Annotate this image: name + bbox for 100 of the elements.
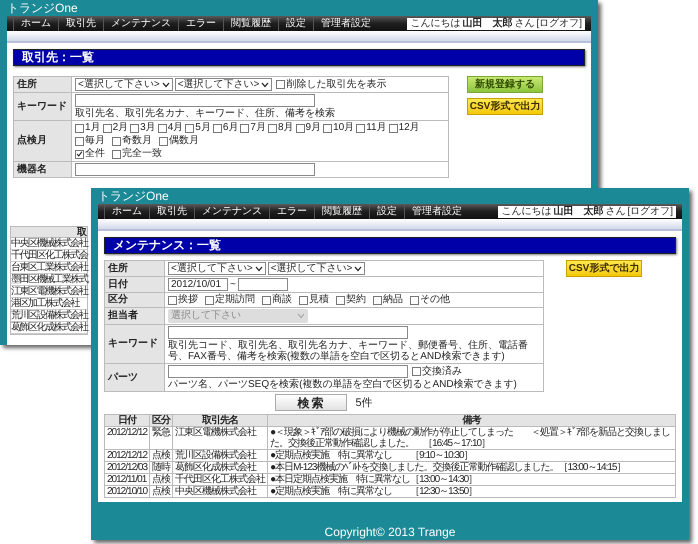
list-cell: 墨田区機械工業株式 <box>11 274 87 286</box>
chevron-icon <box>162 82 170 88</box>
list-cell: 台東区工業株式会社 <box>11 262 87 274</box>
checkbox[interactable] <box>262 296 271 304</box>
field-label: 区分 <box>105 293 165 307</box>
checkbox[interactable] <box>240 124 250 132</box>
action-button[interactable]: CSV形式で出力 <box>566 260 642 277</box>
checkbox[interactable] <box>212 124 222 132</box>
table-cell: 2012/12/12 <box>104 450 150 462</box>
text-field[interactable] <box>75 94 315 107</box>
table-cell: 随時 <box>150 462 173 474</box>
field-label: 担当者 <box>105 308 165 324</box>
checkbox[interactable] <box>112 150 121 158</box>
page-heading: 取引先：一覧 <box>13 49 585 66</box>
checkbox[interactable] <box>356 124 366 132</box>
table-cell: ●定期点検実施 特に異常なし ［9:10～10:30］ <box>268 450 676 462</box>
text-field[interactable] <box>168 326 408 339</box>
checkbox[interactable] <box>276 80 286 89</box>
checkbox[interactable] <box>410 296 419 304</box>
chevron-icon <box>297 313 305 319</box>
logoff-link[interactable]: [ログオフ] <box>627 206 673 216</box>
checkbox-label: 2月 <box>112 122 128 134</box>
column-header: 区分 <box>150 414 173 426</box>
field-label: 機器名 <box>14 162 72 177</box>
checkbox[interactable] <box>159 136 168 146</box>
table-cell: 中央区機械株式会社 <box>172 486 268 498</box>
footer-text: Copyright© 2013 Trange <box>324 524 456 540</box>
table-cell: 千代田区化工株式会社 <box>172 474 268 486</box>
table-cell: 2012/10/10 <box>104 486 150 498</box>
field-label: キーワード <box>105 325 165 363</box>
checkbox[interactable] <box>323 124 332 132</box>
select-dropdown[interactable]: <選択して下さい> <box>168 262 266 275</box>
checkbox[interactable] <box>268 124 277 132</box>
table-cell: ●本日M-123機械のﾍﾞﾙﾄを交換しました。交換後正常動作確認しました。［13:00～14:15］ <box>268 462 676 474</box>
table-cell: 2012/12/12 <box>104 426 150 450</box>
select-dropdown[interactable]: <選択して下さい> <box>174 78 272 91</box>
page-heading: メンテナンス：一覧 <box>104 237 676 254</box>
table-cell: 点検 <box>150 474 173 486</box>
text-field[interactable] <box>75 163 315 176</box>
chevron-icon <box>254 266 263 272</box>
field-label: 住所 <box>105 261 165 276</box>
field-label: キーワード <box>14 93 72 120</box>
search-button[interactable]: 検索 <box>275 394 348 411</box>
field-label: 日付 <box>105 277 165 292</box>
checkbox-label: 7月 <box>250 122 266 134</box>
list-cell: 中央区機械株式会社 <box>11 238 87 250</box>
user-name: 山田 太郎 <box>462 18 512 28</box>
column-header: 取引先名 <box>172 414 268 426</box>
checkbox[interactable] <box>75 136 84 146</box>
checkbox[interactable] <box>112 136 121 146</box>
select-dropdown[interactable]: <選択して下さい> <box>268 262 366 275</box>
checkbox-label: 6月 <box>222 122 238 134</box>
table-cell: 2012/11/01 <box>104 474 150 486</box>
checkbox[interactable] <box>296 124 304 132</box>
text-field[interactable] <box>168 365 408 378</box>
date-field[interactable] <box>238 278 288 291</box>
logoff-link[interactable]: [ログオフ] <box>536 18 582 28</box>
table-cell: 江東区電機株式会社 <box>172 426 268 450</box>
action-button[interactable]: CSV形式で出力 <box>467 98 543 115</box>
checkbox-label: その他 <box>420 294 450 306</box>
select-dropdown[interactable]: <選択して下さい> <box>75 78 173 91</box>
greeting-text: さん <box>605 206 626 216</box>
checkbox[interactable] <box>373 296 382 304</box>
checkbox-label: 5月 <box>195 122 211 134</box>
checkbox[interactable] <box>75 124 84 132</box>
checkbox[interactable] <box>130 124 140 132</box>
user-name: 山田 太郎 <box>553 206 604 216</box>
chevron-icon <box>261 82 270 88</box>
checkbox[interactable] <box>336 296 345 304</box>
checkbox[interactable] <box>168 296 177 304</box>
checkbox-label: 全件 <box>85 148 105 160</box>
checkbox-label: 9月 <box>306 122 322 134</box>
checkbox-label: 8月 <box>278 122 294 134</box>
check-icon <box>76 150 83 158</box>
checkbox[interactable] <box>299 296 308 304</box>
checkbox[interactable] <box>205 296 214 304</box>
field-label: 住所 <box>14 77 72 92</box>
table-cell: 葛飾区化成株式会社 <box>172 462 268 474</box>
window-title: トランジOne <box>7 1 78 15</box>
chevron-icon <box>354 266 362 272</box>
checkbox[interactable] <box>412 367 421 376</box>
list-cell: 葛飾区化成株式会社 <box>11 322 87 334</box>
list-cell: 江東区電機株式会社 <box>11 286 87 298</box>
checkbox-label: 奇数月 <box>122 135 152 147</box>
checkbox-label: 交換済み <box>422 366 462 378</box>
window-title: トランジOne <box>98 189 169 203</box>
checkbox[interactable] <box>185 124 194 132</box>
list-cell: 千代田区化工株式会 <box>11 250 87 262</box>
checkbox[interactable] <box>158 124 167 132</box>
checkbox-label: 3月 <box>140 122 156 134</box>
action-button[interactable]: 新規登録する <box>467 76 543 93</box>
date-field[interactable]: 2012/10/01 <box>168 278 228 291</box>
checkbox-label: 挨拶 <box>178 294 198 306</box>
table-cell: ●定期点検実施 特に異常なし ［12:30～13:50］ <box>268 486 676 498</box>
table-cell: 点検 <box>150 450 173 462</box>
checkbox-label: 削除した取引先を表示 <box>286 78 386 90</box>
table-cell: 2012/12/03 <box>104 462 150 474</box>
checkbox[interactable] <box>75 150 84 158</box>
checkbox[interactable] <box>388 124 398 132</box>
checkbox[interactable] <box>102 124 112 132</box>
